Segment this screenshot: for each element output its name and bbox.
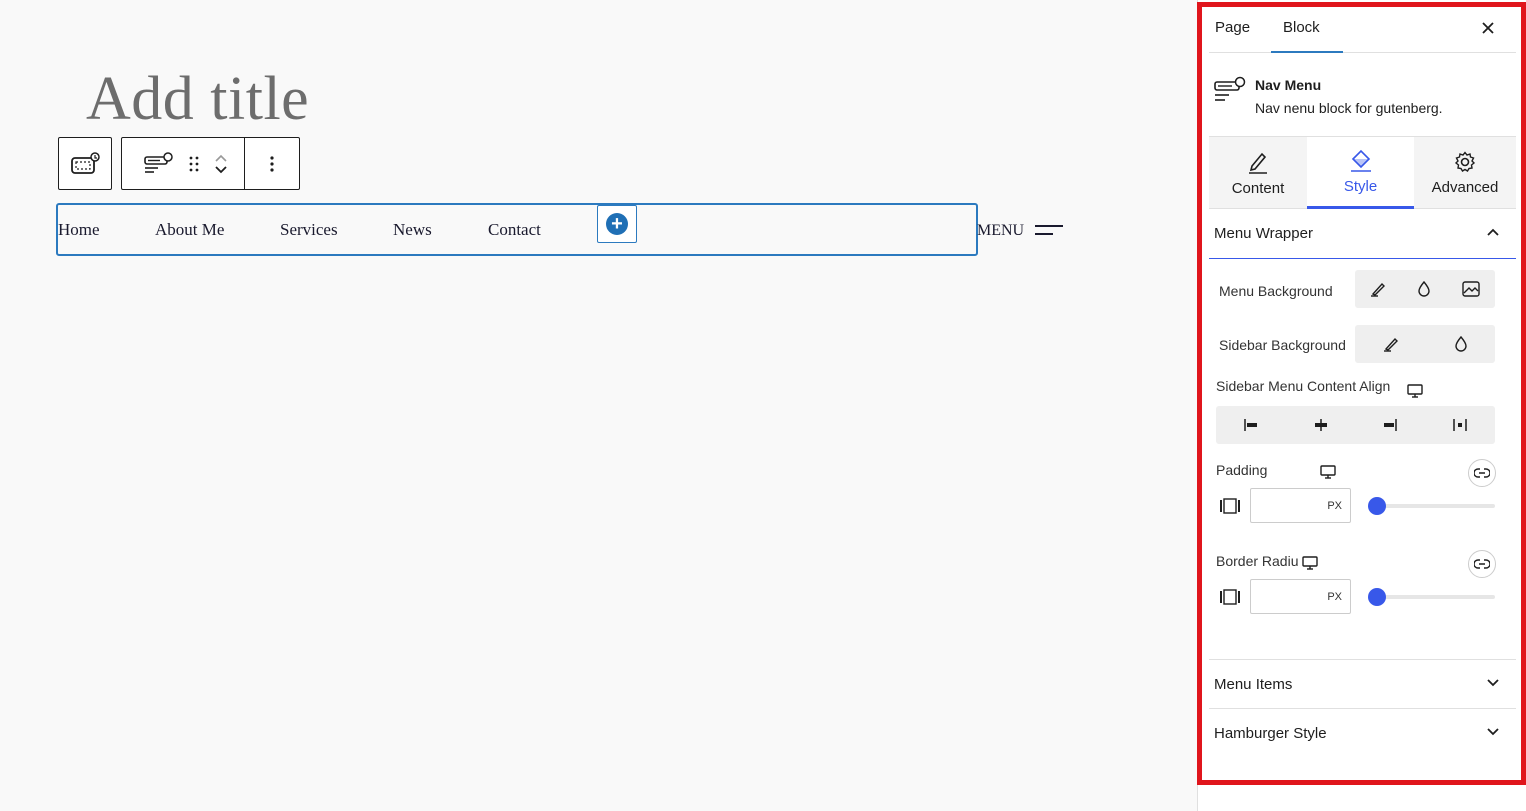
droplet-icon[interactable]: [1417, 281, 1431, 297]
hamburger-icon[interactable]: [1035, 225, 1063, 241]
tab-advanced-label: Advanced: [1431, 178, 1499, 196]
block-type-group: [122, 138, 245, 189]
chevron-down-icon: [1487, 728, 1499, 736]
tab-content-label: Content: [1231, 179, 1285, 197]
chevron-up-icon: [1487, 228, 1499, 236]
nav-item-news[interactable]: News: [393, 220, 432, 240]
tab-page[interactable]: Page: [1215, 19, 1250, 36]
more-vertical-icon: [270, 155, 274, 172]
align-left-icon[interactable]: [1243, 418, 1259, 432]
padding-input[interactable]: PX: [1250, 488, 1351, 523]
drag-handle-icon[interactable]: [188, 155, 200, 173]
border-radius-label: Border Radiu: [1216, 553, 1299, 569]
more-options-button[interactable]: [245, 138, 299, 189]
nav-menu-block[interactable]: Home About Me Services News Contact: [56, 203, 978, 256]
sidebar-background-label: Sidebar Background: [1219, 337, 1346, 353]
menu-wrapper-panel-toggle[interactable]: Menu Wrapper: [1209, 209, 1516, 259]
nav-item-services[interactable]: Services: [280, 220, 338, 240]
brush-icon[interactable]: [1370, 281, 1386, 297]
border-radius-slider-knob[interactable]: [1368, 588, 1386, 606]
link-values-button[interactable]: [1468, 550, 1496, 578]
border-radius-slider[interactable]: [1368, 588, 1495, 606]
panel-title: Menu Wrapper: [1214, 225, 1313, 242]
panel-title: Menu Items: [1214, 676, 1293, 693]
block-title: Nav Menu: [1255, 77, 1322, 93]
link-icon: [1474, 468, 1490, 478]
desktop-icon[interactable]: [1320, 465, 1336, 479]
menu-background-label: Menu Background: [1219, 283, 1333, 299]
menu-background-options: [1355, 270, 1495, 308]
block-wrapper-icon: [71, 151, 100, 174]
block-toolbar: [121, 137, 300, 190]
tab-content[interactable]: Content: [1209, 137, 1307, 209]
padding-slider-knob[interactable]: [1368, 497, 1386, 515]
align-right-icon[interactable]: [1382, 418, 1398, 432]
sidebar-background-options: [1355, 325, 1495, 363]
padding-slider[interactable]: [1368, 497, 1495, 515]
nav-item-home[interactable]: Home: [58, 220, 100, 240]
paint-bucket-icon: [1350, 149, 1371, 172]
close-icon[interactable]: [1481, 21, 1495, 35]
menu-toggle-label[interactable]: MENU: [977, 222, 1024, 240]
add-block-button[interactable]: +: [597, 205, 637, 243]
border-radius-input[interactable]: PX: [1250, 579, 1351, 614]
droplet-icon[interactable]: [1454, 336, 1468, 352]
image-icon[interactable]: [1461, 281, 1480, 297]
sidebar-align-label: Sidebar Menu Content Align: [1216, 378, 1391, 394]
block-description: Nav nenu block for gutenberg.: [1255, 100, 1443, 116]
nav-item-contact[interactable]: Contact: [488, 220, 541, 240]
settings-sidebar: Page Block Nav Menu Nav nenu block for g…: [1197, 2, 1526, 785]
tab-block[interactable]: Block: [1283, 19, 1320, 36]
parent-block-button[interactable]: [58, 137, 112, 190]
plus-icon: +: [606, 213, 628, 235]
link-values-button[interactable]: [1468, 459, 1496, 487]
align-options: [1216, 406, 1495, 444]
link-icon: [1474, 559, 1490, 569]
panel-tabs: Content Style Advanced: [1209, 137, 1516, 209]
block-movers: [214, 153, 228, 175]
sidebar-tabs: Page Block: [1209, 7, 1516, 53]
padding-unit[interactable]: PX: [1327, 500, 1342, 512]
chevron-down-icon: [1487, 679, 1499, 687]
move-up-icon[interactable]: [214, 153, 228, 163]
align-center-icon[interactable]: [1313, 418, 1329, 432]
tab-advanced[interactable]: Advanced: [1414, 137, 1516, 209]
nav-item-about[interactable]: About Me: [155, 220, 224, 240]
brush-icon[interactable]: [1383, 336, 1399, 352]
radius-unit[interactable]: PX: [1327, 591, 1342, 603]
box-sides-icon[interactable]: [1220, 588, 1240, 606]
nav-menu-block-icon[interactable]: [144, 151, 174, 177]
editor-canvas: Add title Home About Me Services News Co…: [0, 0, 1197, 811]
box-sides-icon[interactable]: [1220, 497, 1240, 515]
pencil-icon: [1249, 152, 1267, 174]
menu-items-panel-toggle[interactable]: Menu Items: [1209, 659, 1516, 709]
block-card: Nav Menu Nav nenu block for gutenberg.: [1209, 53, 1516, 137]
move-down-icon[interactable]: [214, 165, 228, 175]
nav-menu-block-icon: [1214, 76, 1246, 101]
align-justify-icon[interactable]: [1452, 418, 1468, 432]
post-title-placeholder[interactable]: Add title: [86, 64, 309, 135]
hamburger-style-panel-toggle[interactable]: Hamburger Style: [1209, 709, 1516, 759]
desktop-icon[interactable]: [1407, 384, 1423, 398]
desktop-icon[interactable]: [1302, 556, 1318, 570]
tab-style[interactable]: Style: [1307, 137, 1414, 209]
padding-label: Padding: [1216, 462, 1268, 478]
tab-style-label: Style: [1343, 178, 1378, 195]
panel-title: Hamburger Style: [1214, 725, 1327, 742]
gear-icon: [1454, 150, 1476, 172]
